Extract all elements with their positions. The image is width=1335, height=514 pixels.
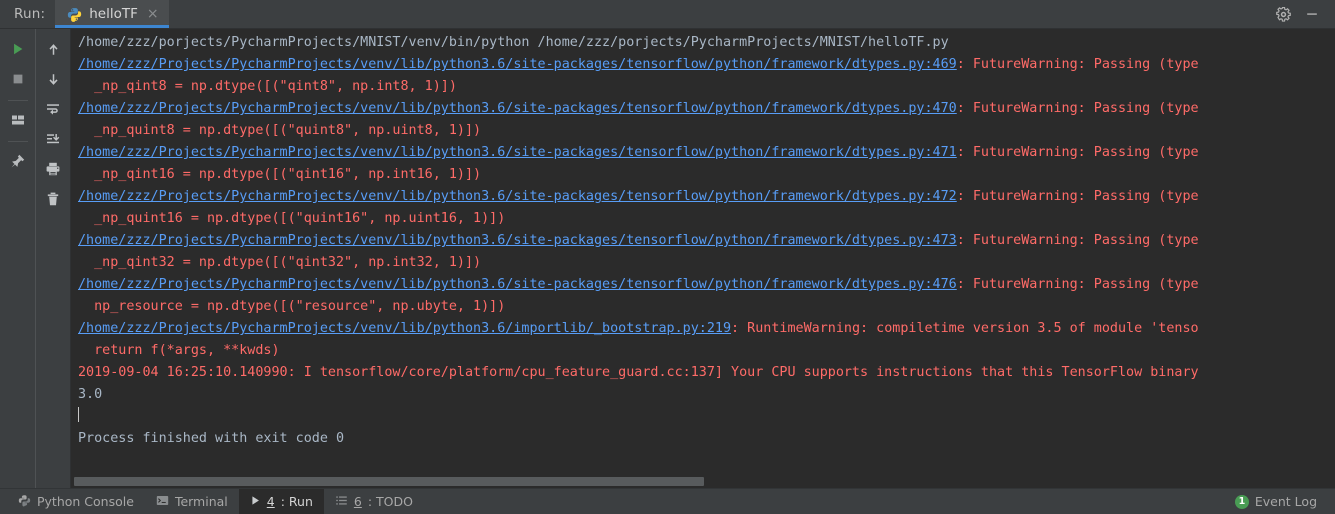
python-console-icon bbox=[18, 494, 31, 510]
python-icon bbox=[67, 7, 82, 22]
console-file-link[interactable]: /home/zzz/Projects/PycharmProjects/venv/… bbox=[78, 189, 957, 204]
status-item-label: Terminal bbox=[174, 494, 228, 509]
status-todo[interactable]: 6 : TODO bbox=[324, 489, 424, 514]
status-terminal[interactable]: Terminal bbox=[145, 489, 239, 514]
arrow-up-icon[interactable] bbox=[40, 36, 66, 62]
console-text: np_resource = np.dtype([("resource", np.… bbox=[78, 299, 506, 314]
pycharm-run-tool-window: Run: helloTF × /home/zzz/porjects/Pychar… bbox=[0, 0, 1335, 514]
scrollbar-thumb[interactable] bbox=[74, 477, 704, 486]
console-line: /home/zzz/Projects/PycharmProjects/venv/… bbox=[78, 230, 1335, 252]
toolbar-separator bbox=[7, 100, 28, 101]
console-file-link[interactable]: /home/zzz/Projects/PycharmProjects/venv/… bbox=[78, 145, 957, 160]
console-file-link[interactable]: /home/zzz/Projects/PycharmProjects/venv/… bbox=[78, 277, 957, 292]
close-icon[interactable]: × bbox=[145, 7, 159, 21]
terminal-icon bbox=[156, 494, 169, 510]
console-text: _np_quint8 = np.dtype([("quint8", np.uin… bbox=[78, 123, 482, 138]
console-text: _np_quint16 = np.dtype([("quint16", np.u… bbox=[78, 211, 506, 226]
pin-tab-button[interactable] bbox=[5, 148, 31, 174]
gear-icon[interactable] bbox=[1276, 6, 1291, 22]
horizontal-scrollbar[interactable] bbox=[71, 475, 1335, 488]
console-line: /home/zzz/Projects/PycharmProjects/venv/… bbox=[78, 98, 1335, 120]
header-buttons bbox=[1276, 0, 1335, 28]
console-text: _np_qint8 = np.dtype([("qint8", np.int8,… bbox=[78, 79, 457, 94]
status-item-label: Python Console bbox=[37, 494, 134, 509]
scroll-to-end-icon[interactable] bbox=[40, 126, 66, 152]
console-panel: /home/zzz/porjects/PycharmProjects/MNIST… bbox=[70, 29, 1335, 488]
console-text: : FutureWarning: Passing (type bbox=[956, 233, 1199, 248]
console-line bbox=[78, 406, 1335, 428]
active-tab-indicator bbox=[55, 25, 169, 28]
tab-label: helloTF bbox=[89, 6, 138, 22]
console-line: Process finished with exit code 0 bbox=[78, 428, 1335, 450]
console-text: : FutureWarning: Passing (type bbox=[956, 101, 1199, 116]
header-spacer bbox=[169, 0, 1276, 28]
console-text: : FutureWarning: Passing (type bbox=[956, 189, 1199, 204]
event-log-badge: 1 bbox=[1234, 494, 1249, 509]
console-line: _np_qint32 = np.dtype([("qint32", np.int… bbox=[78, 252, 1335, 274]
rerun-button[interactable] bbox=[5, 36, 31, 62]
console-text: Process finished with exit code 0 bbox=[78, 431, 345, 446]
console-text: : RuntimeWarning: compiletime version 3.… bbox=[731, 321, 1199, 336]
status-run[interactable]: 4 : Run bbox=[238, 488, 324, 514]
status-bar: Python Console Terminal 4 : Run 6: TODO … bbox=[0, 488, 1335, 514]
console-line: 3.0 bbox=[78, 384, 1335, 406]
run-body: /home/zzz/porjects/PycharmProjects/MNIST… bbox=[0, 29, 1335, 488]
toolbar-separator-2 bbox=[7, 141, 28, 142]
console-line: return f(*args, **kwds) bbox=[78, 340, 1335, 362]
status-python-console[interactable]: Python Console bbox=[0, 489, 145, 514]
console-file-link[interactable]: /home/zzz/Projects/PycharmProjects/venv/… bbox=[78, 321, 731, 336]
console-text: _np_qint32 = np.dtype([("qint32", np.int… bbox=[78, 255, 482, 270]
console-line: /home/zzz/porjects/PycharmProjects/MNIST… bbox=[78, 32, 1335, 54]
run-toolbar-right bbox=[35, 29, 70, 488]
stop-button[interactable] bbox=[5, 66, 31, 92]
console-file-link[interactable]: /home/zzz/Projects/PycharmProjects/venv/… bbox=[78, 233, 957, 248]
console-text: /home/zzz/porjects/PycharmProjects/MNIST… bbox=[78, 35, 949, 50]
console-file-link[interactable]: /home/zzz/Projects/PycharmProjects/venv/… bbox=[78, 57, 957, 72]
run-toolwindow-header: Run: helloTF × bbox=[0, 0, 1335, 29]
console-text: : FutureWarning: Passing (type bbox=[956, 277, 1199, 292]
arrow-down-icon[interactable] bbox=[40, 66, 66, 92]
console-line: /home/zzz/Projects/PycharmProjects/venv/… bbox=[78, 142, 1335, 164]
soft-wrap-icon[interactable] bbox=[40, 96, 66, 122]
console-line: /home/zzz/Projects/PycharmProjects/venv/… bbox=[78, 318, 1335, 340]
console-line: /home/zzz/Projects/PycharmProjects/venv/… bbox=[78, 274, 1335, 296]
console-line: _np_quint8 = np.dtype([("quint8", np.uin… bbox=[78, 120, 1335, 142]
console-text: 3.0 bbox=[78, 387, 103, 402]
console-text: 2019-09-04 16:25:10.140990: I tensorflow… bbox=[78, 365, 1199, 380]
console-line: np_resource = np.dtype([("resource", np.… bbox=[78, 296, 1335, 318]
restore-layout-button[interactable] bbox=[5, 107, 31, 133]
run-toolbar-left bbox=[0, 29, 35, 488]
status-item-label: : TODO bbox=[367, 494, 413, 509]
console-text: : FutureWarning: Passing (type bbox=[956, 57, 1199, 72]
console-line: _np_qint16 = np.dtype([("qint16", np.int… bbox=[78, 164, 1335, 186]
status-run-number: 4 bbox=[266, 494, 275, 509]
console-text: return f(*args, **kwds) bbox=[78, 343, 280, 358]
status-todo-number: 6 bbox=[353, 494, 362, 509]
print-icon[interactable] bbox=[40, 156, 66, 182]
console-line: _np_qint8 = np.dtype([("qint8", np.int8,… bbox=[78, 76, 1335, 98]
minimize-icon[interactable] bbox=[1305, 7, 1319, 21]
play-icon bbox=[250, 494, 261, 509]
console-output[interactable]: /home/zzz/porjects/PycharmProjects/MNIST… bbox=[71, 29, 1335, 475]
console-line: /home/zzz/Projects/PycharmProjects/venv/… bbox=[78, 186, 1335, 208]
text-caret bbox=[78, 407, 79, 422]
todo-icon bbox=[335, 494, 348, 510]
status-item-label: : Run bbox=[280, 494, 313, 509]
console-line: /home/zzz/Projects/PycharmProjects/venv/… bbox=[78, 54, 1335, 76]
run-title-label: Run: bbox=[14, 6, 46, 22]
trash-icon[interactable] bbox=[40, 186, 66, 212]
console-text: _np_qint16 = np.dtype([("qint16", np.int… bbox=[78, 167, 482, 182]
console-file-link[interactable]: /home/zzz/Projects/PycharmProjects/venv/… bbox=[78, 101, 957, 116]
console-line: _np_quint16 = np.dtype([("quint16", np.u… bbox=[78, 208, 1335, 230]
status-event-log[interactable]: 1 Event Log bbox=[1224, 489, 1335, 514]
event-log-label: Event Log bbox=[1254, 494, 1317, 509]
tab-hellotf[interactable]: helloTF × bbox=[55, 0, 169, 28]
console-line: 2019-09-04 16:25:10.140990: I tensorflow… bbox=[78, 362, 1335, 384]
console-text: : FutureWarning: Passing (type bbox=[956, 145, 1199, 160]
